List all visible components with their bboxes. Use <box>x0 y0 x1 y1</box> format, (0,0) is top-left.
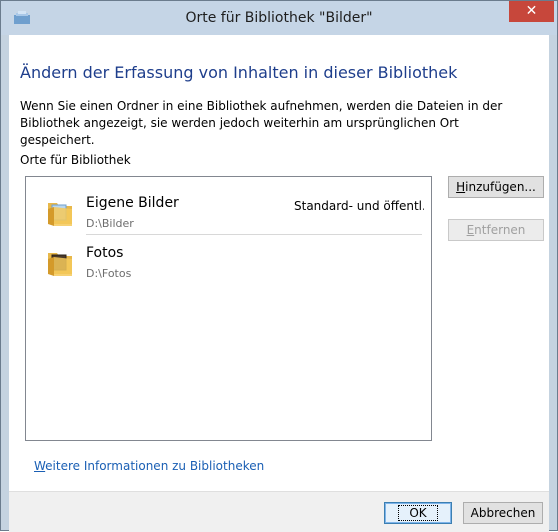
remove-button[interactable]: Entfernen <box>448 219 544 241</box>
ok-button-label: OK <box>398 505 438 521</box>
list-caption: Orte für Bibliothek <box>20 153 131 167</box>
location-path: D:\Fotos <box>86 267 132 280</box>
list-separator <box>86 234 422 235</box>
add-button-accel: H <box>456 180 466 194</box>
title-bar[interactable]: Orte für Bibliothek "Bilder" ✕ <box>1 1 557 35</box>
location-path: D:\Bilder <box>86 217 134 230</box>
add-button-label: inzufügen... <box>465 180 536 194</box>
locations-list[interactable]: Eigene Bilder D:\Bilder Standard- und öf… <box>25 176 432 441</box>
location-name: Eigene Bilder <box>86 195 179 211</box>
add-button[interactable]: Hinzufügen... <box>448 176 544 198</box>
close-icon: ✕ <box>525 3 538 19</box>
pictures-folder-icon <box>48 203 72 226</box>
window-title: Orte für Bibliothek "Bilder" <box>185 10 373 26</box>
more-info-accel: W <box>34 459 46 473</box>
description-text: Wenn Sie einen Ordner in eine Bibliothek… <box>20 99 503 147</box>
remove-button-label: ntfernen <box>474 223 526 237</box>
list-item-eigene-bilder[interactable]: Eigene Bilder D:\Bilder Standard- und öf… <box>26 187 431 235</box>
button-bar: OK Abbrechen <box>9 491 549 532</box>
more-info-link[interactable]: Weitere Informationen zu Bibliotheken <box>34 459 264 473</box>
location-status: Standard- und öffentl... <box>294 199 424 213</box>
pictures-folder-icon <box>48 253 72 276</box>
cancel-button[interactable]: Abbrechen <box>463 502 543 524</box>
page-heading: Ändern der Erfassung von Inhalten in die… <box>20 63 458 82</box>
more-info-label: eitere Informationen zu Bibliotheken <box>45 459 265 473</box>
ok-button[interactable]: OK <box>384 502 452 524</box>
close-button[interactable]: ✕ <box>509 1 554 22</box>
list-item-fotos[interactable]: Fotos D:\Fotos <box>26 237 431 285</box>
location-name: Fotos <box>86 245 124 261</box>
dialog-window: Orte für Bibliothek "Bilder" ✕ Ändern de… <box>0 0 558 532</box>
